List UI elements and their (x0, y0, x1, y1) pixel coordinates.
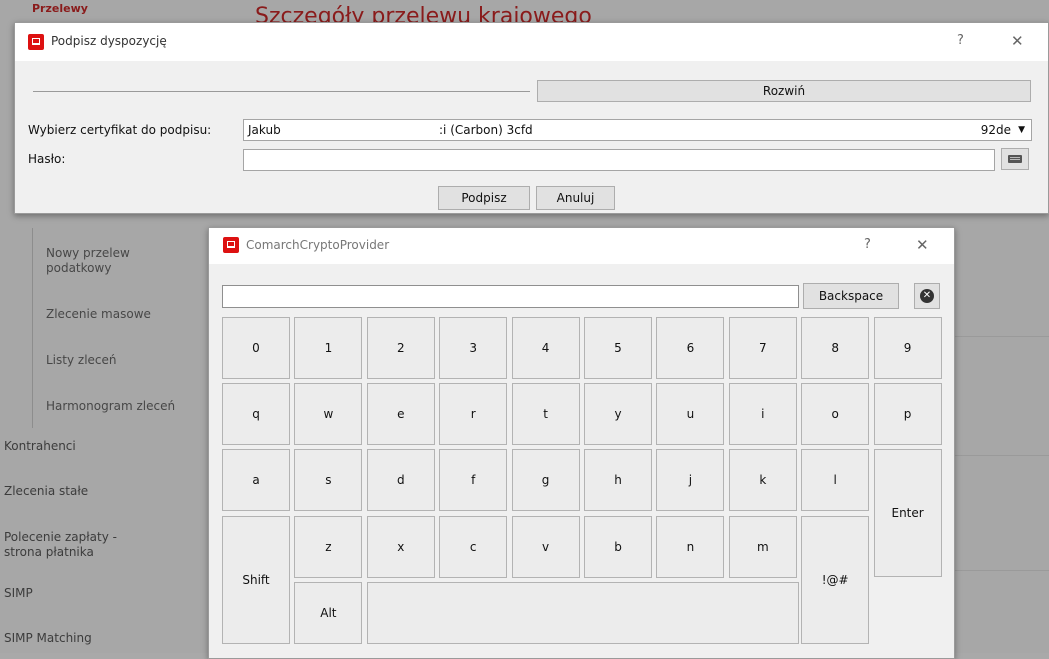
key-q[interactable]: q (222, 383, 290, 445)
key-v[interactable]: v (511, 516, 580, 578)
key-x[interactable]: x (366, 516, 435, 578)
space-key[interactable] (366, 582, 799, 644)
divider (954, 570, 1049, 571)
key-h[interactable]: h (584, 449, 652, 511)
key-i[interactable]: i (728, 383, 797, 445)
certificate-value-mid: :i (Carbon) 3cfd (439, 123, 533, 137)
sign-button[interactable]: Podpisz (438, 186, 530, 210)
key-d[interactable]: d (366, 449, 435, 511)
sign-dialog-title: Podpisz dyspozycję (51, 34, 167, 48)
key-y[interactable]: y (584, 383, 652, 445)
key-4[interactable]: 4 (511, 317, 580, 379)
app-icon (28, 34, 44, 50)
redacted-area (291, 121, 439, 137)
key-t[interactable]: t (511, 383, 580, 445)
alt-key[interactable]: Alt (294, 582, 363, 644)
key-l[interactable]: l (801, 449, 870, 511)
sidebar-item-direct-debit[interactable]: Polecenie zapłaty - strona płatnika (4, 530, 117, 560)
password-label: Hasło: (28, 152, 66, 166)
keyboard-icon[interactable] (1001, 148, 1029, 170)
help-button[interactable]: ? (864, 237, 871, 252)
key-k[interactable]: k (728, 449, 797, 511)
key-7[interactable]: 7 (728, 317, 797, 379)
key-b[interactable]: b (584, 516, 652, 578)
key-s[interactable]: s (294, 449, 363, 511)
help-button[interactable]: ? (957, 33, 964, 48)
close-button[interactable]: ✕ (1011, 32, 1024, 50)
clear-icon: ✕ (920, 289, 934, 303)
key-1[interactable]: 1 (294, 317, 363, 379)
keyboard-input[interactable] (222, 285, 799, 308)
key-f[interactable]: f (439, 449, 508, 511)
key-j[interactable]: j (656, 449, 725, 511)
key-r[interactable]: r (439, 383, 508, 445)
sidebar-item-tax-transfer[interactable]: Nowy przelew podatkowy (46, 246, 130, 276)
key-e[interactable]: e (366, 383, 435, 445)
divider (954, 455, 1049, 456)
key-n[interactable]: n (656, 516, 725, 578)
key-z[interactable]: z (294, 516, 363, 578)
symbols-key[interactable]: !@# (801, 516, 870, 644)
key-8[interactable]: 8 (801, 317, 870, 379)
key-p[interactable]: p (873, 383, 942, 445)
backspace-button[interactable]: Backspace (803, 283, 899, 309)
keyboard-dialog-titlebar: ComarchCryptoProvider ? ✕ (209, 228, 954, 264)
key-u[interactable]: u (656, 383, 725, 445)
sidebar-item-simp[interactable]: SIMP (4, 586, 33, 601)
close-button[interactable]: ✕ (916, 236, 929, 254)
password-field[interactable] (243, 149, 995, 171)
key-c[interactable]: c (439, 516, 508, 578)
sidebar-item-order-lists[interactable]: Listy zleceń (46, 353, 117, 368)
sidebar-item-order-schedule[interactable]: Harmonogram zleceń (46, 399, 175, 414)
shift-key[interactable]: Shift (222, 516, 290, 644)
key-0[interactable]: 0 (222, 317, 290, 379)
separator (33, 91, 530, 92)
keyboard-dialog-title: ComarchCryptoProvider (246, 238, 390, 252)
key-g[interactable]: g (511, 449, 580, 511)
app-icon (223, 237, 239, 253)
expand-button[interactable]: Rozwiń (537, 80, 1031, 102)
key-o[interactable]: o (801, 383, 870, 445)
sidebar-item-contractors[interactable]: Kontrahenci (4, 439, 76, 454)
key-5[interactable]: 5 (584, 317, 652, 379)
enter-key[interactable]: Enter (873, 449, 942, 577)
key-m[interactable]: m (728, 516, 797, 578)
sidebar-item-simp-matching[interactable]: SIMP Matching (4, 631, 92, 646)
key-6[interactable]: 6 (656, 317, 725, 379)
sign-dialog-titlebar: Podpisz dyspozycję ? ✕ (15, 23, 1048, 61)
certificate-value-start: Jakub (248, 123, 281, 137)
key-2[interactable]: 2 (366, 317, 435, 379)
key-w[interactable]: w (294, 383, 363, 445)
key-3[interactable]: 3 (439, 317, 508, 379)
certificate-value-end: 92de (980, 123, 1011, 137)
key-9[interactable]: 9 (873, 317, 942, 379)
sidebar-item-standing-orders[interactable]: Zlecenia stałe (4, 484, 88, 499)
key-a[interactable]: a (222, 449, 290, 511)
sign-dialog: Podpisz dyspozycję ? ✕ Rozwiń Wybierz ce… (14, 22, 1049, 214)
sidebar-item-mass-order[interactable]: Zlecenie masowe (46, 307, 151, 322)
divider (954, 336, 1049, 337)
cancel-button[interactable]: Anuluj (536, 186, 615, 210)
clear-input-button[interactable]: ✕ (914, 283, 940, 309)
sidebar-indent-line (32, 228, 33, 428)
certificate-select[interactable]: Jakub :i (Carbon) 3cfd 92de ▼ (243, 119, 1032, 141)
keyboard-dialog: ComarchCryptoProvider ? ✕ Backspace ✕ 01… (208, 227, 955, 659)
chevron-down-icon: ▼ (1018, 125, 1025, 135)
certificate-label: Wybierz certyfikat do podpisu: (28, 123, 212, 137)
